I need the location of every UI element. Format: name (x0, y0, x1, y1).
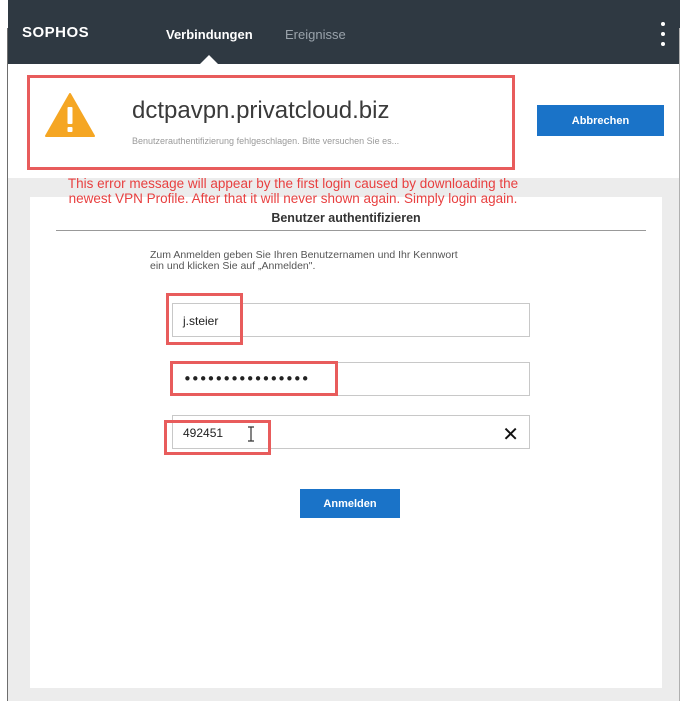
annotation-box-otp (164, 420, 271, 455)
auth-instructions: Zum Anmelden geben Sie Ihren Benutzernam… (150, 250, 570, 272)
divider (56, 230, 646, 231)
auth-panel: Benutzer authentifizieren Zum Anmelden g… (30, 197, 662, 688)
tab-verbindungen[interactable]: Verbindungen (166, 27, 253, 42)
annotation-line-1: This error message will appear by the fi… (67, 176, 519, 191)
cancel-button[interactable]: Abbrechen (537, 105, 664, 136)
annotation-box-password (170, 361, 338, 396)
tab-ereignisse[interactable]: Ereignisse (285, 27, 346, 42)
window-left-border (7, 28, 8, 701)
kebab-menu-icon[interactable] (659, 22, 667, 46)
close-icon[interactable]: ✕ (502, 422, 519, 446)
annotation-box-header (27, 75, 515, 170)
login-button[interactable]: Anmelden (300, 489, 400, 518)
annotation-note: This error message will appear by the fi… (8, 176, 578, 206)
auth-heading: Benutzer authentifizieren (271, 211, 421, 225)
window-right-border (679, 28, 680, 701)
annotation-box-username (166, 293, 243, 345)
sophos-connect-window: SOPHOS Verbindungen Ereignisse dctpavpn.… (0, 0, 681, 701)
active-tab-indicator (200, 55, 218, 64)
instructions-line-2: ein und klicken Sie auf „Anmelden". (150, 260, 316, 272)
sophos-logo: SOPHOS (22, 24, 90, 41)
top-navigation-bar: SOPHOS Verbindungen Ereignisse (8, 0, 680, 64)
annotation-line-2: newest VPN Profile. After that it will n… (68, 191, 518, 206)
